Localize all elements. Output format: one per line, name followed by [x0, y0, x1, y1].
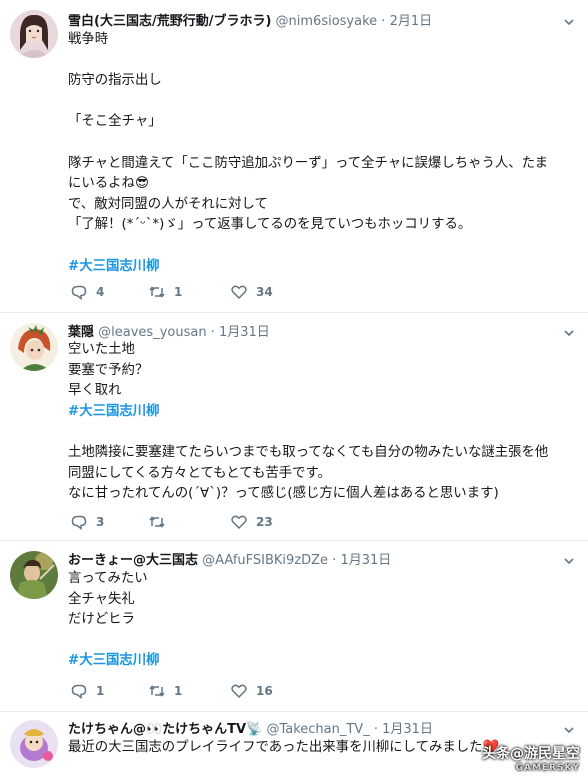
caret-down-icon[interactable] [562, 14, 576, 28]
avatar[interactable] [10, 323, 58, 371]
tweet-text-line: だけどヒラ [68, 612, 135, 628]
tweet-text-line: 同盟にしてくる方々とてもとても苦手です。 [68, 465, 331, 481]
retweet-count: 1 [174, 684, 183, 698]
retweet-icon [149, 516, 165, 528]
tweet-text-line [68, 133, 574, 154]
hashtag-link[interactable]: #大三国志川柳 [68, 651, 574, 672]
tweet-header: 葉隠 @leaves_yousan · 1月31日 [68, 321, 558, 341]
display-name[interactable]: 葉隠 [68, 325, 94, 340]
tweet-text-line [68, 236, 574, 257]
tweet-text-line: にいるよね😎 [68, 176, 149, 192]
caret-down-icon[interactable] [562, 722, 576, 736]
separator-dot: · [373, 722, 378, 737]
tweet[interactable]: おーきょー@大三国志 @AAfuFSIBKi9zDZe · 1月31日 言ってみ… [0, 541, 588, 712]
like-icon [231, 285, 247, 300]
reply-icon [71, 684, 87, 699]
handle[interactable]: @Takechan_TV_ [266, 722, 369, 737]
like-button[interactable]: 16 [230, 681, 273, 701]
tweet-header: おーきょー@大三国志 @AAfuFSIBKi9zDZe · 1月31日 [68, 549, 558, 569]
display-name[interactable]: 雪白(大三国志/荒野行動/ブラホラ) [68, 14, 271, 29]
tweet-text-line: 要塞で予約？ [68, 362, 149, 378]
tweet-header: たけちゃん@👀たけちゃんTV📡 @Takechan_TV_ · 1月31日 [68, 718, 558, 738]
reply-button[interactable]: 4 [70, 282, 104, 302]
tweet[interactable]: 葉隠 @leaves_yousan · 1月31日 空いた土地要塞で予約？ 早く取… [0, 313, 588, 541]
retweet-button[interactable] [148, 512, 174, 532]
like-count: 16 [256, 684, 273, 698]
tweet-text: 空いた土地要塞で予約？ 早く取れ #大三国志川柳土地隣接に要塞建てたらいつまでも取… [68, 340, 574, 505]
tweet-text-line: で、敵対同盟の人がそれに対して [68, 196, 268, 212]
tweet-date[interactable]: 2月1日 [390, 14, 433, 29]
retweet-icon [149, 685, 165, 697]
tweet-date[interactable]: 1月31日 [219, 325, 270, 340]
tweet-text-line: 「了解！(*ˊᵕˋ*)ゞ」って返事してるのを見ていつもホッコリする。 [68, 217, 472, 233]
tweet-text-line: 「そこ全チャ」 [68, 114, 162, 130]
handle[interactable]: @nim6siosyake [276, 14, 378, 29]
avatar[interactable] [10, 551, 58, 599]
display-name[interactable]: おーきょー@大三国志 [68, 553, 198, 568]
tweet-text-line: なに甘ったれてんの(ˊ∀ˋ)？って感じ(感じ方に個人差はあると思います) [68, 486, 499, 502]
like-icon [231, 515, 247, 530]
tweet-text-line: 空いた土地 [68, 342, 135, 357]
tweet-text-line [68, 422, 574, 443]
watermark-sub: GAMERSKY [515, 763, 580, 773]
tweet-text: 言ってみたい 全チャ失礼だけどヒラ #大三国志川柳 [68, 569, 574, 672]
tweet-date[interactable]: 1月31日 [382, 722, 433, 737]
tweet-text: 戦争時防守の指示出し 「そこ全チャ」隊チャと間違えて「ここ防守追加ぷりーず」って全… [68, 30, 574, 277]
tweet-text-line [68, 51, 574, 72]
like-count: 34 [256, 285, 273, 299]
caret-down-icon[interactable] [562, 325, 576, 339]
like-icon [231, 684, 247, 699]
tweet-text-line: 戦争時 [68, 32, 109, 47]
like-count: 23 [256, 515, 273, 529]
hashtag-link[interactable]: #大三国志川柳 [68, 257, 574, 278]
watermark: 头条@游民星空 GAMERSKY [482, 743, 580, 773]
handle[interactable]: @leaves_yousan [98, 325, 206, 340]
tweet-text-line: 土地隣接に要塞建てたらいつまでも取ってなくても自分の物みたいな謎主張を他 [68, 444, 549, 460]
reply-count: 1 [96, 684, 105, 698]
like-button[interactable]: 34 [230, 282, 273, 302]
tweet-text-line [68, 631, 574, 652]
tweet-text-line [68, 92, 574, 113]
caret-down-icon[interactable] [562, 553, 576, 567]
retweet-count: 1 [174, 285, 183, 299]
avatar[interactable] [10, 10, 58, 58]
separator-dot: · [381, 14, 386, 29]
tweet-text-line: 隊チャと間違えて「ここ防守追加ぷりーず」って全チャに誤爆しちゃう人、たま [68, 155, 549, 171]
reply-count: 3 [96, 515, 105, 529]
reply-icon [71, 285, 87, 300]
watermark-main: 头条@游民星空 [482, 746, 580, 762]
tweet-date[interactable]: 1月31日 [340, 553, 391, 568]
tweet-text-line: 防守の指示出し [68, 73, 162, 89]
like-button[interactable]: 23 [230, 512, 273, 532]
retweet-icon [149, 286, 165, 298]
tweet-text-line: 言ってみたい [68, 571, 148, 586]
separator-dot: · [332, 553, 337, 568]
reply-button[interactable]: 1 [70, 681, 104, 701]
hashtag-link[interactable]: #大三国志川柳 [68, 402, 574, 423]
tweet-header: 雪白(大三国志/荒野行動/ブラホラ) @nim6siosyake · 2月1日 [68, 10, 558, 30]
handle[interactable]: @AAfuFSIBKi9zDZe [202, 553, 328, 568]
retweet-button[interactable]: 1 [148, 681, 182, 701]
avatar[interactable] [10, 720, 58, 768]
reply-button[interactable]: 3 [70, 512, 104, 532]
separator-dot: · [210, 325, 215, 340]
tweet-text-line: 早く取れ [68, 383, 122, 399]
reply-icon [71, 515, 87, 530]
reply-count: 4 [96, 285, 105, 299]
tweet-text-line: 全チャ失礼 [68, 591, 135, 607]
display-name[interactable]: たけちゃん@👀たけちゃんTV📡 [68, 722, 262, 737]
tweet[interactable]: 雪白(大三国志/荒野行動/ブラホラ) @nim6siosyake · 2月1日 … [0, 0, 588, 313]
retweet-button[interactable]: 1 [148, 282, 182, 302]
